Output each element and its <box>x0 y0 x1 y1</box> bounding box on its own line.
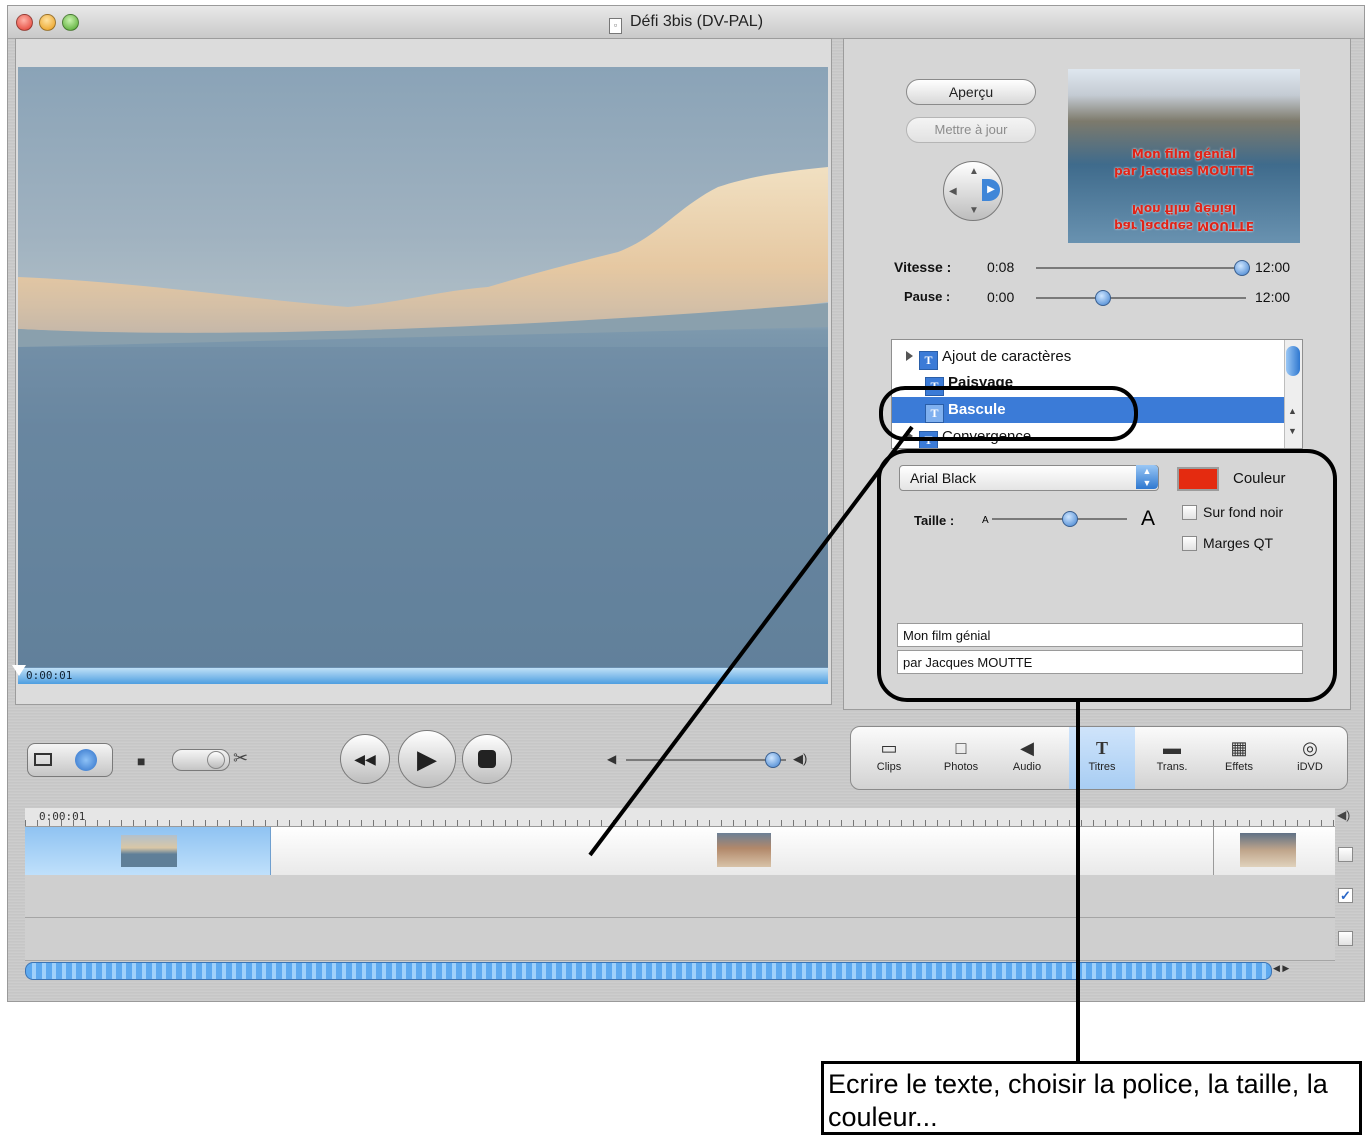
annotation-overlay <box>588 386 1337 1062</box>
highlight-box <box>877 449 1337 702</box>
annotation-line <box>588 425 914 857</box>
highlight-ellipse <box>879 386 1138 441</box>
annotation-callout: Ecrire le texte, choisir la police, la t… <box>821 1061 1362 1135</box>
